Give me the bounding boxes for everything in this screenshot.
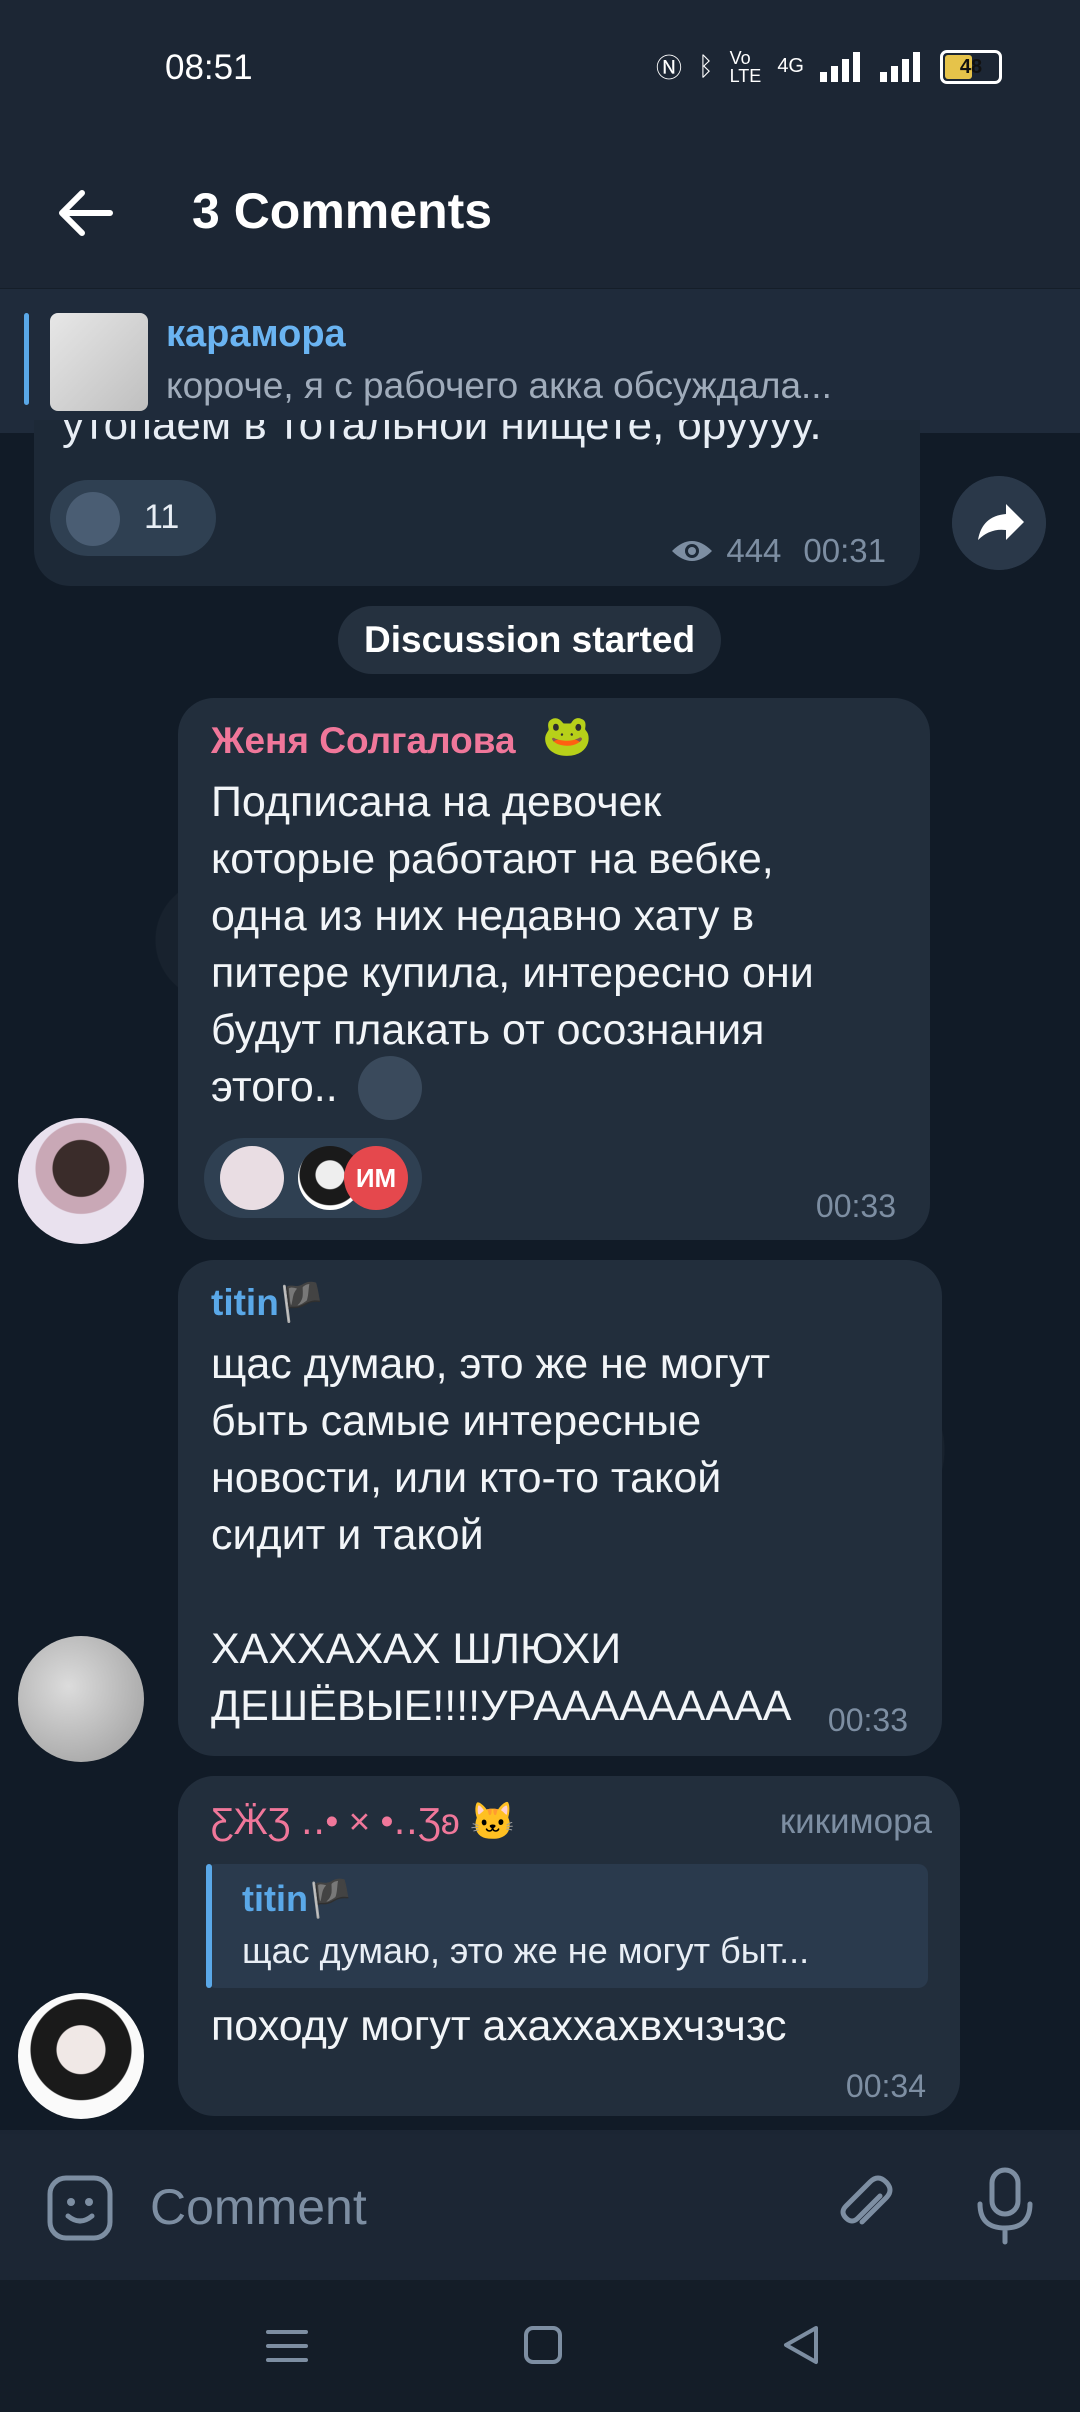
typing-bubble-icon: [358, 1056, 422, 1120]
home-icon[interactable]: [522, 2324, 564, 2366]
pinned-thumbnail: [50, 313, 148, 411]
reply-text: щас думаю, это же не могут быт...: [242, 1930, 810, 1971]
post-meta: 444 00:31: [670, 532, 886, 570]
pinned-indicator: [24, 313, 29, 405]
app-header: 3 Comments: [0, 140, 1080, 288]
channel-post[interactable]: утопаем в тотальной нищете, бруууу. 11 4…: [34, 420, 920, 586]
comment-author[interactable]: Женя Солгалова: [211, 720, 516, 762]
comment-author[interactable]: ƸӜƷ ‥• × •‥Ʒʚ 🐱: [211, 1800, 516, 1844]
reply-author: titin🏴: [242, 1878, 353, 1919]
battery-icon: 48: [940, 49, 1002, 84]
post-text: утопаем в тотальной нищете, бруууу.: [62, 420, 822, 449]
system-nav-bar: [0, 2280, 1080, 2412]
post-time: 00:31: [803, 532, 886, 569]
member-title: кикимора: [779, 1802, 932, 1841]
comment-bubble[interactable]: ƸӜƷ ‥• × •‥Ʒʚ 🐱 кикимора titin🏴 щас дума…: [178, 1776, 960, 2116]
nfc-icon: Ⓝ: [656, 53, 683, 83]
comment-time: 00:34: [845, 2068, 926, 2104]
pinned-message[interactable]: карамора короче, я с рабочего акка обсуж…: [0, 288, 1080, 433]
comment-bubble[interactable]: titin🏴 щас думаю, это же не могут быть с…: [178, 1260, 942, 1756]
status-time: 08:51: [165, 48, 253, 87]
avatar[interactable]: [18, 1636, 144, 1762]
comment-text: походу могут ахаххахвхчзчзс: [211, 2002, 787, 2050]
network-type: 4G: [777, 55, 804, 77]
status-bar: 08:51 Ⓝ ᛒ Vo LTE 4G 48: [0, 0, 1080, 140]
back-arrow-icon[interactable]: [50, 178, 120, 248]
comment-text: Подписана на девочек которые работают на…: [211, 778, 814, 1111]
comment-text: щас думаю, это же не могут быть самые ин…: [211, 1340, 792, 1730]
reactions-row[interactable]: ИМ: [204, 1138, 422, 1218]
back-triangle-icon[interactable]: [780, 2324, 822, 2366]
volte-icon: Vo LTE: [729, 47, 762, 86]
comment-time: 00:33: [815, 1188, 896, 1224]
attach-icon[interactable]: [828, 2170, 902, 2244]
pinned-author: карамора: [166, 313, 346, 355]
reaction-emoji-icon: [66, 492, 120, 546]
views-eye-icon: [672, 541, 713, 561]
avatar[interactable]: [18, 1993, 144, 2119]
comment-input[interactable]: Comment: [150, 2178, 367, 2236]
bluetooth-icon: ᛒ: [698, 51, 714, 81]
comment-bubble[interactable]: Женя Солгалова 🐸 Подписана на девочек ко…: [178, 698, 930, 1240]
comment-input-bar: Comment: [0, 2134, 1080, 2280]
avatar[interactable]: [18, 1118, 144, 1244]
reaction-count: 11: [144, 498, 180, 536]
sticker-icon[interactable]: [44, 2172, 116, 2244]
comment-author[interactable]: titin🏴: [211, 1282, 325, 1325]
pinned-text: короче, я с рабочего акка обсуждала...: [166, 365, 832, 406]
reply-indicator: [206, 1864, 212, 1988]
author-badge-icon: 🐸: [542, 714, 592, 758]
menu-icon[interactable]: [264, 2326, 310, 2366]
signal-icon-2: [880, 51, 920, 82]
post-views: 444: [726, 532, 782, 569]
signal-icon-1: [820, 51, 860, 82]
reaction-avatar-3: ИМ: [344, 1146, 408, 1210]
reaction-pill[interactable]: 11: [50, 480, 216, 556]
microphone-icon[interactable]: [970, 2164, 1040, 2248]
share-icon[interactable]: [952, 476, 1046, 570]
status-icons: Ⓝ ᛒ Vo LTE 4G 48: [656, 48, 1002, 85]
discussion-started-label: Discussion started: [338, 606, 722, 674]
reaction-avatar-1: [220, 1146, 284, 1210]
reply-quote[interactable]: titin🏴 щас думаю, это же не могут быт...: [206, 1864, 928, 1988]
comment-time: 00:33: [827, 1702, 908, 1738]
page-title: 3 Comments: [192, 183, 493, 239]
